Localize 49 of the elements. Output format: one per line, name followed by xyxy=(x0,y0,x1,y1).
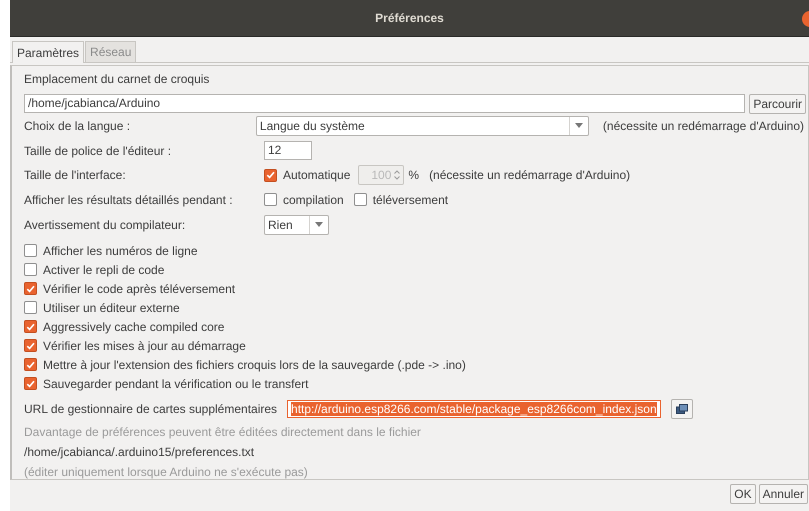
checkbox-label: compilation xyxy=(283,192,344,207)
info-text: /home/jcabianca/.arduino15/preferences.txt xyxy=(24,445,256,460)
field-label: Avertissement du compilateur: xyxy=(24,218,186,232)
dialog-button[interactable]: OK xyxy=(730,484,756,504)
info-text: Davantage de préférences peuvent être éditées directement dans le fichier xyxy=(24,425,422,440)
field-label: Taille de l'interface: xyxy=(24,168,127,182)
checkbox[interactable] xyxy=(264,193,277,206)
note-text: (nécessite un redémarrage d'Arduino) xyxy=(602,118,804,133)
checkbox-label: Automatique xyxy=(283,168,350,182)
checkbox[interactable] xyxy=(24,244,37,258)
dialog-button[interactable]: Annuler xyxy=(758,484,808,504)
checkbox[interactable] xyxy=(24,339,37,352)
checkbox[interactable] xyxy=(24,358,37,372)
checkbox[interactable] xyxy=(24,320,37,334)
checkbox[interactable] xyxy=(24,301,37,314)
checkbox-label: téléversement xyxy=(372,192,448,207)
windows-button[interactable] xyxy=(670,399,693,420)
checkbox-label: Afficher les numéros de ligne xyxy=(43,244,198,258)
caret-icon xyxy=(315,222,323,228)
checkbox-label: Utiliser un éditeur externe xyxy=(43,300,180,315)
language-dropdown[interactable]: Langue du système xyxy=(256,116,589,136)
field-label: Taille de police de l'éditeur : xyxy=(24,144,172,158)
checkbox[interactable] xyxy=(264,168,277,182)
checkbox-label: Activer le repli de code xyxy=(43,262,164,277)
field-label: URL de gestionnaire de cartes supplémentaires xyxy=(24,402,278,416)
spinner-arrows-icon xyxy=(394,169,400,182)
tab[interactable]: Paramètres xyxy=(12,41,84,63)
checkbox-label: Aggressively cache compiled core xyxy=(43,320,224,334)
checkbox[interactable] xyxy=(24,377,37,390)
checkbox-label: Vérifier les mises à jour au démarrage xyxy=(43,338,246,353)
field-label: Choix de la langue : xyxy=(24,118,132,133)
windows-icon xyxy=(676,404,688,414)
note-text: (nécessite un redémarrage d'Arduino) xyxy=(429,168,630,182)
caret-icon xyxy=(574,123,583,128)
sketchbook-field[interactable]: /home/jcabianca/Arduino xyxy=(24,94,746,112)
checkbox[interactable] xyxy=(24,282,37,296)
checkbox-label: Mettre à jour l'extension des fichiers croquis lors de la sauvegarde (.pde -> .ino) xyxy=(43,358,466,372)
window-title: Préférences xyxy=(375,11,444,25)
checkbox[interactable] xyxy=(354,193,367,206)
checkbox-label: Sauvegarder pendant la vérification ou le transfert xyxy=(43,376,308,391)
unit-label: % xyxy=(408,168,420,182)
font-size-field[interactable]: 12 xyxy=(264,141,312,160)
info-text: (éditer uniquement lorsque Arduino ne s'exécute pas) xyxy=(24,465,309,480)
field-label: Afficher les résultats détaillés pendant : xyxy=(24,192,234,207)
browse-button[interactable]: Parcourir xyxy=(749,94,806,114)
checkbox[interactable] xyxy=(24,263,37,276)
warnings-dropdown[interactable]: Rien xyxy=(264,214,329,235)
field-label: Emplacement du carnet de croquis xyxy=(24,72,210,88)
checkbox-label: Vérifier le code après téléversement xyxy=(43,282,236,296)
